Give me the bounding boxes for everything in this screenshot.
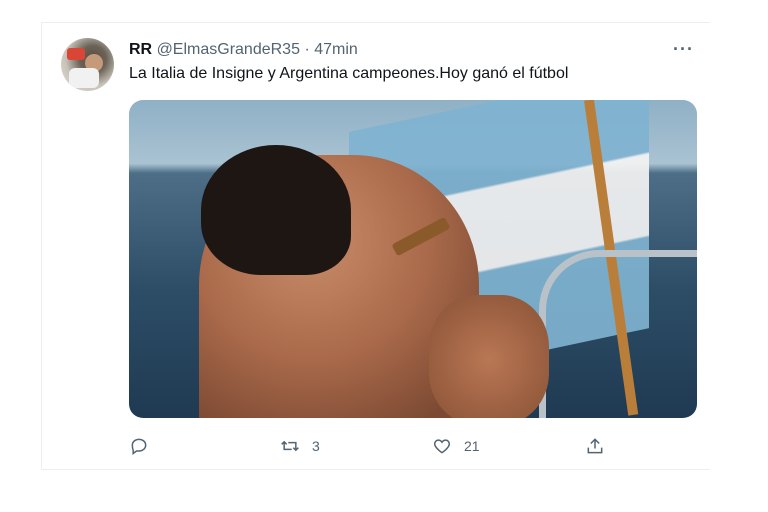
- tweet-time[interactable]: 47min: [314, 41, 358, 58]
- avatar[interactable]: [61, 38, 114, 91]
- reply-button[interactable]: [129, 431, 161, 461]
- tweet-actions: 3 21: [129, 431, 689, 461]
- hair-shape: [201, 145, 351, 275]
- rail-shape: [539, 250, 697, 418]
- retweet-button[interactable]: 3: [280, 431, 320, 461]
- retweet-icon: [281, 440, 299, 452]
- tweet-text: La Italia de Insigne y Argentina campeon…: [129, 65, 569, 82]
- tweet-image[interactable]: [129, 100, 697, 418]
- retweet-count: 3: [312, 438, 320, 454]
- like-count: 21: [464, 438, 480, 454]
- tweet-card[interactable]: RR @ElmasGrandeR35 · 47min ··· La Italia…: [41, 22, 710, 470]
- share-icon: [587, 438, 603, 454]
- tweet-header: RR @ElmasGrandeR35 · 47min: [129, 41, 358, 59]
- arm-shape: [429, 295, 549, 418]
- reply-icon: [131, 438, 147, 455]
- like-icon: [433, 439, 451, 454]
- like-button[interactable]: 21: [432, 431, 480, 461]
- user-handle[interactable]: @ElmasGrandeR35: [157, 41, 300, 58]
- user-name[interactable]: RR: [129, 41, 152, 58]
- share-button[interactable]: [585, 431, 605, 461]
- separator-dot: ·: [304, 41, 310, 58]
- more-icon[interactable]: ···: [673, 39, 694, 60]
